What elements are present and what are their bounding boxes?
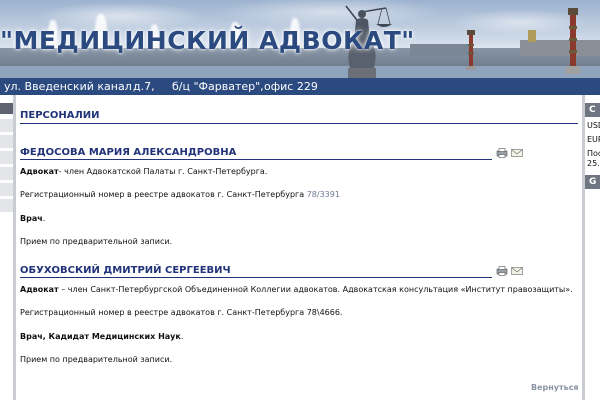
page: "МЕДИЦИНСКИЙ АДВОКАТ" ул. Введенский кан… [0, 0, 600, 400]
person-appointment: Прием по предварительной записи. [20, 237, 173, 246]
person-role: Адвокат- член Адвокатской Палаты г. Санк… [20, 167, 267, 176]
left-sidebar-item[interactable] [0, 135, 13, 149]
left-sidebar-header [0, 103, 13, 115]
person-registration: Регистрационный номер в реестре адвокато… [20, 190, 340, 199]
qualification-text: Врач, Кадидат Медицинских Наук [20, 332, 181, 341]
email-icon[interactable] [511, 266, 523, 276]
right-sidebar: С USD EUR Пос 25.0 G [585, 95, 600, 400]
person-appointment: Прием по предварительной записи. [20, 355, 173, 364]
role-label: Адвокат [20, 167, 59, 176]
person-qualification: Врач, Кадидат Медицинских Наук. [20, 332, 183, 341]
role-text: - член Адвокатской Палаты г. Санкт-Петер… [58, 167, 268, 176]
currency-eur: EUR [587, 135, 600, 144]
left-sidebar-item[interactable] [0, 119, 13, 133]
address-street: ул. Введенский канал [4, 80, 132, 93]
left-sidebar-item[interactable] [0, 151, 13, 165]
dome [528, 30, 536, 42]
address-office: офис 229 [264, 80, 318, 93]
qualification-suffix: . [180, 332, 184, 341]
address-business-center: б/ц "Фарватер", [172, 80, 264, 93]
person-registration: Регистрационный номер в реестре адвокато… [20, 308, 343, 317]
person-name: ФЕДОСОВА МАРИЯ АЛЕКСАНДРОВНА [20, 147, 237, 158]
role-text: – член Санкт-Петербургской Объединенной … [61, 285, 573, 294]
currency-updated-label: Пос [587, 149, 600, 158]
left-sidebar [0, 95, 13, 400]
person-name: ОБУХОВСКИЙ ДМИТРИЙ СЕРГЕЕВИЧ [20, 265, 231, 276]
left-sidebar-item[interactable] [0, 199, 13, 213]
registration-text: Регистрационный номер в реестре адвокато… [20, 190, 305, 199]
person-qualification: Врач. [20, 214, 45, 223]
left-sidebar-item[interactable] [0, 167, 13, 181]
registration-number: 78/3391 [306, 190, 340, 199]
main-content: ПЕРСОНАЛИИ ФЕДОСОВА МАРИЯ АЛЕКСАНДРОВНА … [16, 95, 582, 400]
person-divider [20, 159, 492, 160]
rostral-column-icon [466, 30, 476, 70]
person-divider [20, 277, 492, 278]
address-house: д.7, [133, 80, 155, 93]
building [520, 40, 600, 56]
building [410, 44, 470, 56]
sidebar-block-header: G [585, 175, 600, 189]
header-banner: "МЕДИЦИНСКИЙ АДВОКАТ" [0, 0, 600, 80]
qualification-suffix: . [42, 214, 46, 223]
left-sidebar-item[interactable] [0, 183, 13, 197]
person-role: Адвокат – член Санкт-Петербургской Объед… [20, 285, 573, 294]
site-title: "МЕДИЦИНСКИЙ АДВОКАТ" [0, 26, 415, 55]
rostral-column-icon [566, 8, 580, 74]
email-icon[interactable] [511, 148, 523, 158]
section-title: ПЕРСОНАЛИИ [20, 110, 100, 121]
print-icon[interactable] [496, 266, 508, 276]
address-bar: ул. Введенский канал д.7, б/ц "Фарватер"… [0, 78, 600, 95]
role-label: Адвокат [20, 285, 59, 294]
back-link[interactable]: Вернуться [531, 383, 579, 392]
qualification-text: Врач [20, 214, 43, 223]
currency-updated-date: 25.0 [587, 159, 600, 168]
print-icon[interactable] [496, 148, 508, 158]
currency-block-header: С [585, 103, 600, 117]
currency-usd: USD [587, 121, 600, 130]
section-divider [20, 123, 578, 124]
